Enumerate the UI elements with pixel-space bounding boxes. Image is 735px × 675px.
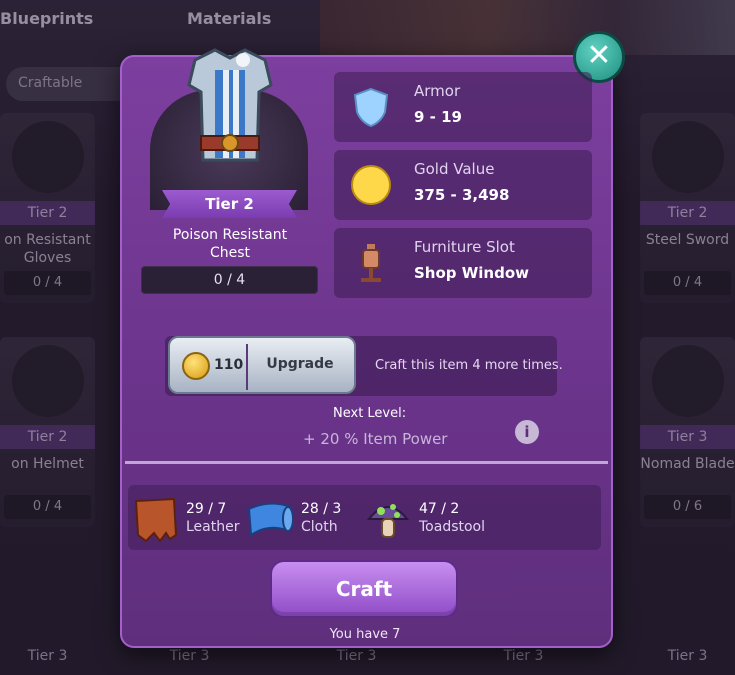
material-name: Leather: [186, 519, 240, 535]
armor-stat: Armor 9 - 19: [334, 72, 592, 142]
upgrade-label: Upgrade: [266, 356, 334, 372]
upgrade-cost: 110: [214, 357, 244, 373]
craft-more-hint: Craft this item 4 more times.: [375, 358, 563, 373]
info-icon[interactable]: i: [515, 420, 539, 444]
furniture-slot-stat: Furniture Slot Shop Window: [334, 228, 592, 298]
armor-value: 9 - 19: [414, 108, 462, 126]
material-name: Toadstool: [419, 519, 486, 535]
item-tier-ribbon: Tier 2: [162, 190, 297, 218]
armor-label: Armor: [414, 82, 461, 100]
furniture-slot-label: Furniture Slot: [414, 238, 515, 256]
gold-coin-icon: [182, 352, 210, 380]
material-name: Cloth: [301, 519, 338, 535]
gold-coin-icon: [351, 165, 391, 205]
craft-button[interactable]: Craft: [270, 560, 458, 618]
item-craft-count: 0 / 4: [141, 266, 318, 294]
mannequin-icon: [361, 244, 381, 282]
material-count: 29 / 7: [186, 501, 227, 517]
furniture-slot-value: Shop Window: [414, 264, 530, 282]
item-name: Poison Resistant Chest: [172, 227, 288, 261]
material-count: 28 / 3: [301, 501, 342, 517]
divider: [125, 461, 608, 464]
toadstool-icon: [366, 504, 410, 538]
upgrade-button[interactable]: 110 Upgrade: [168, 336, 356, 394]
gold-value-label: Gold Value: [414, 160, 495, 178]
gold-value-value: 375 - 3,498: [414, 186, 510, 204]
you-have-count: You have 7: [329, 627, 401, 642]
chest-armor-icon: [187, 48, 273, 162]
leather-icon: [134, 497, 178, 543]
cloth-icon: [247, 502, 294, 537]
shield-icon: [353, 87, 389, 128]
next-level-value: + 20 % Item Power: [303, 430, 448, 448]
close-icon: ✕: [586, 38, 612, 73]
material-count: 47 / 2: [419, 501, 460, 517]
upgrade-separator: [246, 344, 248, 390]
next-level-label: Next Level:: [333, 406, 407, 421]
gold-value-stat: Gold Value 375 - 3,498: [334, 150, 592, 220]
